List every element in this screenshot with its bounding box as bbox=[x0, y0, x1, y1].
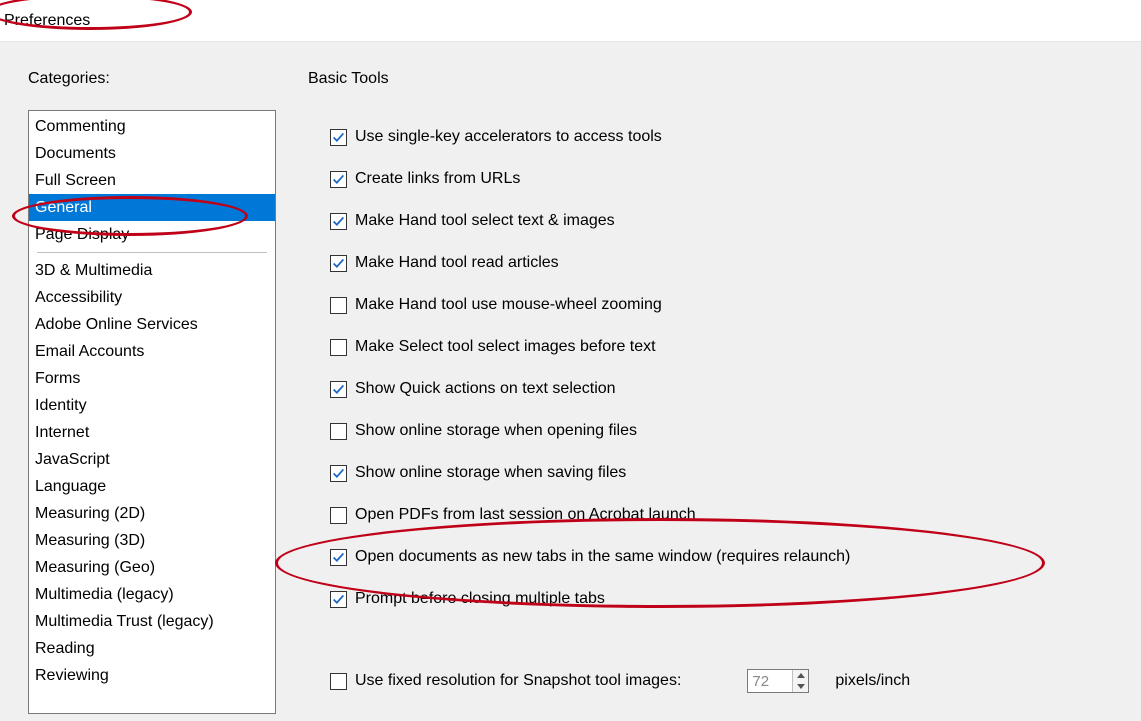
category-item[interactable]: Forms bbox=[29, 365, 275, 392]
option-row: Make Hand tool read articles bbox=[330, 242, 1141, 284]
snapshot-resolution-spinner[interactable] bbox=[747, 669, 809, 693]
category-item[interactable]: Measuring (2D) bbox=[29, 500, 275, 527]
options-group: Use single-key accelerators to access to… bbox=[308, 116, 1141, 702]
categories-divider bbox=[37, 252, 267, 253]
titlebar: Preferences bbox=[0, 0, 1141, 42]
categories-list[interactable]: CommentingDocumentsFull ScreenGeneralPag… bbox=[28, 110, 276, 714]
category-item[interactable]: Email Accounts bbox=[29, 338, 275, 365]
option-row: Prompt before closing multiple tabs bbox=[330, 578, 1141, 620]
category-item[interactable]: Commenting bbox=[29, 113, 275, 140]
category-item[interactable]: Adobe Online Services bbox=[29, 311, 275, 338]
category-item[interactable]: Page Display bbox=[29, 221, 275, 248]
categories-label: Categories: bbox=[28, 70, 276, 88]
window-title: Preferences bbox=[4, 12, 90, 30]
option-label[interactable]: Show online storage when saving files bbox=[355, 464, 626, 482]
checkbox[interactable] bbox=[330, 213, 347, 230]
option-row: Create links from URLs bbox=[330, 158, 1141, 200]
category-item[interactable]: Full Screen bbox=[29, 167, 275, 194]
checkbox[interactable] bbox=[330, 423, 347, 440]
checkbox[interactable] bbox=[330, 171, 347, 188]
option-label[interactable]: Make Hand tool select text & images bbox=[355, 212, 615, 230]
option-label[interactable]: Use single-key accelerators to access to… bbox=[355, 128, 662, 146]
snapshot-resolution-input[interactable] bbox=[748, 670, 792, 692]
option-row: Make Select tool select images before te… bbox=[330, 326, 1141, 368]
category-item[interactable]: Multimedia Trust (legacy) bbox=[29, 608, 275, 635]
option-label[interactable]: Create links from URLs bbox=[355, 170, 520, 188]
section-title: Basic Tools bbox=[308, 70, 1141, 88]
snapshot-label[interactable]: Use fixed resolution for Snapshot tool i… bbox=[355, 672, 681, 690]
snapshot-row: Use fixed resolution for Snapshot tool i… bbox=[330, 660, 1141, 702]
category-item[interactable]: Measuring (Geo) bbox=[29, 554, 275, 581]
option-row: Make Hand tool select text & images bbox=[330, 200, 1141, 242]
option-label[interactable]: Make Hand tool read articles bbox=[355, 254, 559, 272]
dialog-body: Categories: CommentingDocumentsFull Scre… bbox=[0, 42, 1141, 721]
option-label[interactable]: Make Hand tool use mouse-wheel zooming bbox=[355, 296, 662, 314]
option-label[interactable]: Open PDFs from last session on Acrobat l… bbox=[355, 506, 696, 524]
option-row: Show online storage when saving files bbox=[330, 452, 1141, 494]
category-item[interactable]: JavaScript bbox=[29, 446, 275, 473]
category-item[interactable]: Accessibility bbox=[29, 284, 275, 311]
sidebar: Categories: CommentingDocumentsFull Scre… bbox=[28, 70, 276, 721]
category-item[interactable]: General bbox=[29, 194, 275, 221]
option-label[interactable]: Show Quick actions on text selection bbox=[355, 380, 616, 398]
category-item[interactable]: Reading bbox=[29, 635, 275, 662]
checkbox[interactable] bbox=[330, 673, 347, 690]
checkbox[interactable] bbox=[330, 129, 347, 146]
checkbox[interactable] bbox=[330, 381, 347, 398]
settings-panel: Basic Tools Use single-key accelerators … bbox=[276, 70, 1141, 721]
category-item[interactable]: Multimedia (legacy) bbox=[29, 581, 275, 608]
category-item[interactable]: Identity bbox=[29, 392, 275, 419]
option-row: Show Quick actions on text selection bbox=[330, 368, 1141, 410]
spinner-up-icon[interactable] bbox=[793, 670, 808, 681]
snapshot-unit-label: pixels/inch bbox=[835, 672, 910, 690]
option-row: Show online storage when opening files bbox=[330, 410, 1141, 452]
checkbox[interactable] bbox=[330, 339, 347, 356]
option-row: Use single-key accelerators to access to… bbox=[330, 116, 1141, 158]
option-label[interactable]: Prompt before closing multiple tabs bbox=[355, 590, 605, 608]
category-item[interactable]: Internet bbox=[29, 419, 275, 446]
preferences-window: Preferences Categories: CommentingDocume… bbox=[0, 0, 1141, 721]
category-item[interactable]: Measuring (3D) bbox=[29, 527, 275, 554]
option-label[interactable]: Make Select tool select images before te… bbox=[355, 338, 656, 356]
option-row: Open PDFs from last session on Acrobat l… bbox=[330, 494, 1141, 536]
checkbox[interactable] bbox=[330, 591, 347, 608]
option-label[interactable]: Open documents as new tabs in the same w… bbox=[355, 548, 850, 566]
category-item[interactable]: Documents bbox=[29, 140, 275, 167]
checkbox[interactable] bbox=[330, 549, 347, 566]
checkbox[interactable] bbox=[330, 297, 347, 314]
option-label[interactable]: Show online storage when opening files bbox=[355, 422, 637, 440]
option-row: Make Hand tool use mouse-wheel zooming bbox=[330, 284, 1141, 326]
checkbox[interactable] bbox=[330, 255, 347, 272]
category-item[interactable]: Language bbox=[29, 473, 275, 500]
spinner-down-icon[interactable] bbox=[793, 681, 808, 692]
option-row: Open documents as new tabs in the same w… bbox=[330, 536, 1141, 578]
category-item[interactable]: 3D & Multimedia bbox=[29, 257, 275, 284]
checkbox[interactable] bbox=[330, 507, 347, 524]
category-item[interactable]: Reviewing bbox=[29, 662, 275, 689]
checkbox[interactable] bbox=[330, 465, 347, 482]
